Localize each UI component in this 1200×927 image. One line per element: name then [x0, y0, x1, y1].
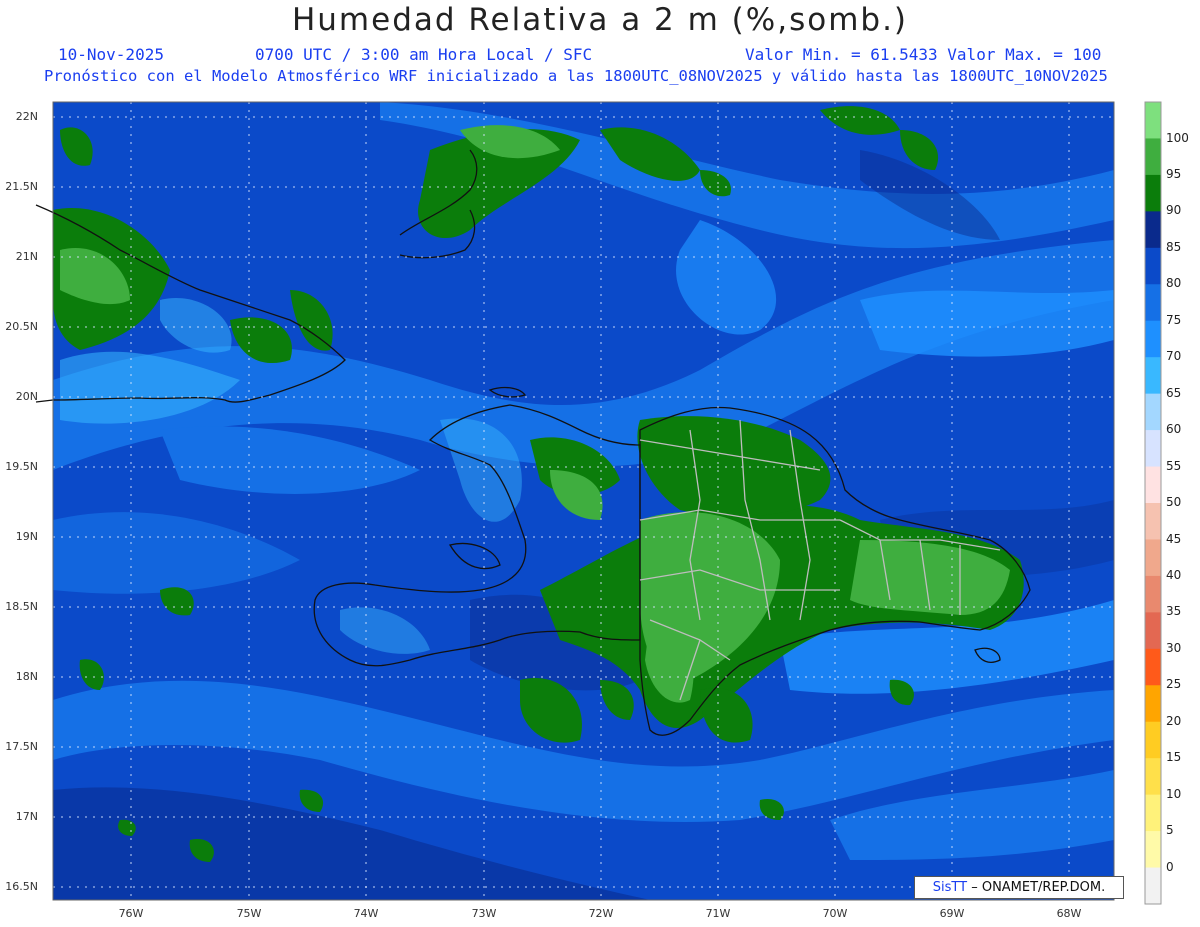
lon-label-72w: 72W	[588, 907, 614, 920]
colorbar-label: 90	[1166, 203, 1182, 218]
credit-text: – ONAMET/REP.DOM.	[971, 880, 1106, 895]
colorbar-label: 0	[1166, 859, 1174, 874]
lat-label-20-5n: 20.5N	[5, 320, 38, 333]
colorbar-label: 30	[1166, 640, 1182, 655]
lat-label-16-5n: 16.5N	[5, 880, 38, 893]
lat-label-18-5n: 18.5N	[5, 600, 38, 613]
colorbar-swatch	[1145, 247, 1161, 285]
colorbar-swatch	[1145, 612, 1161, 650]
lon-label-76w: 76W	[118, 907, 144, 920]
colorbar-label: 55	[1166, 458, 1182, 473]
colorbar-label: 10	[1166, 786, 1182, 801]
colorbar-label: 40	[1166, 567, 1182, 582]
colorbar-swatch	[1145, 575, 1161, 613]
colorbar-swatch	[1145, 831, 1161, 869]
colorbar	[1144, 101, 1162, 905]
lat-label-17-5n: 17.5N	[5, 740, 38, 753]
colorbar-label: 85	[1166, 239, 1182, 254]
lat-label-18n: 18N	[15, 670, 38, 683]
humidity-map	[35, 101, 1162, 905]
colorbar-swatch	[1145, 284, 1161, 322]
colorbar-swatch	[1145, 721, 1161, 759]
colorbar-swatch	[1145, 357, 1161, 395]
lat-label-22n: 22N	[15, 110, 38, 123]
colorbar-swatch	[1145, 794, 1161, 832]
colorbar-swatch	[1145, 685, 1161, 723]
lat-label-21-5n: 21.5N	[5, 180, 38, 193]
colorbar-label: 95	[1166, 166, 1182, 181]
colorbar-swatch	[1145, 539, 1161, 577]
colorbar-label: 80	[1166, 276, 1182, 291]
lon-label-75w: 75W	[236, 907, 262, 920]
lat-label-21n: 21N	[15, 250, 38, 263]
colorbar-swatch	[1145, 393, 1161, 431]
lon-label-70w: 70W	[822, 907, 848, 920]
colorbar-label: 35	[1166, 604, 1182, 619]
colorbar-label: 45	[1166, 531, 1182, 546]
lon-label-68w: 68W	[1056, 907, 1082, 920]
colorbar-label: 75	[1166, 312, 1182, 327]
lat-label-19n: 19N	[15, 530, 38, 543]
credit-box: SisTT – ONAMET/REP.DOM.	[914, 876, 1124, 899]
colorbar-swatch	[1145, 320, 1161, 358]
lon-label-69w: 69W	[939, 907, 965, 920]
lat-label-19-5n: 19.5N	[5, 460, 38, 473]
colorbar-swatch	[1145, 138, 1161, 176]
colorbar-label: 50	[1166, 495, 1182, 509]
colorbar-label: 60	[1166, 422, 1182, 437]
colorbar-swatch	[1145, 211, 1161, 249]
colorbar-label: 70	[1166, 349, 1182, 364]
lon-label-73w: 73W	[471, 907, 497, 920]
colorbar-swatch	[1145, 430, 1161, 468]
colorbar-label: 25	[1166, 677, 1182, 692]
colorbar-label: 5	[1166, 823, 1174, 838]
colorbar-label: 20	[1166, 713, 1182, 728]
colorbar-swatch	[1145, 174, 1161, 212]
lat-label-20n: 20N	[15, 390, 38, 403]
colorbar-label: 65	[1166, 385, 1182, 400]
colorbar-swatch	[1145, 466, 1161, 504]
colorbar-label: 15	[1166, 750, 1182, 765]
colorbar-swatch	[1145, 648, 1161, 686]
credit-brand: SisTT	[932, 880, 968, 895]
colorbar-swatch	[1145, 102, 1161, 139]
colorbar-label: 100	[1166, 130, 1189, 145]
colorbar-swatch	[1145, 503, 1161, 540]
lon-label-74w: 74W	[353, 907, 379, 920]
colorbar-swatch	[1145, 758, 1161, 796]
colorbar-swatch	[1145, 867, 1161, 905]
lon-label-71w: 71W	[705, 907, 731, 920]
lat-label-17n: 17N	[15, 810, 38, 823]
